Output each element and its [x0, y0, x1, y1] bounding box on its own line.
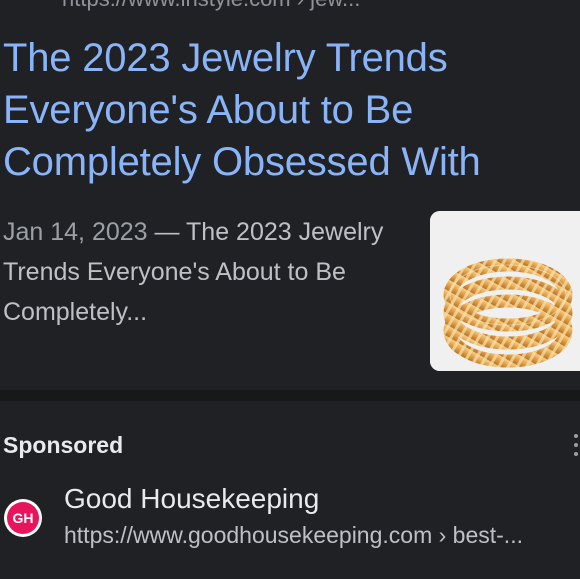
ad-url-path: › best-... [432, 522, 523, 548]
result-url[interactable]: https://www.instyle.com › jew... [62, 0, 360, 12]
section-divider [0, 390, 580, 401]
ad-site-url[interactable]: https://www.goodhousekeeping.com › best-… [64, 522, 574, 549]
result-snippet: Jan 14, 2023 — The 2023 Jewelry Trends E… [3, 212, 403, 332]
result-date: Jan 14, 2023 [3, 218, 148, 246]
sponsored-label: Sponsored [3, 432, 124, 458]
more-options-icon[interactable] [574, 432, 580, 458]
result-thumbnail[interactable] [430, 211, 580, 371]
ad-site-name[interactable]: Good Housekeeping [64, 483, 319, 515]
favicon-text: GH [7, 502, 39, 534]
snippet-separator: — [147, 218, 187, 246]
good-housekeeping-favicon-icon: GH [4, 499, 42, 537]
ad-url-domain: https://www.goodhousekeeping.com [64, 522, 433, 548]
gold-ring-image [430, 211, 580, 371]
result-title-link[interactable]: The 2023 Jewelry Trends Everyone's About… [3, 32, 563, 188]
